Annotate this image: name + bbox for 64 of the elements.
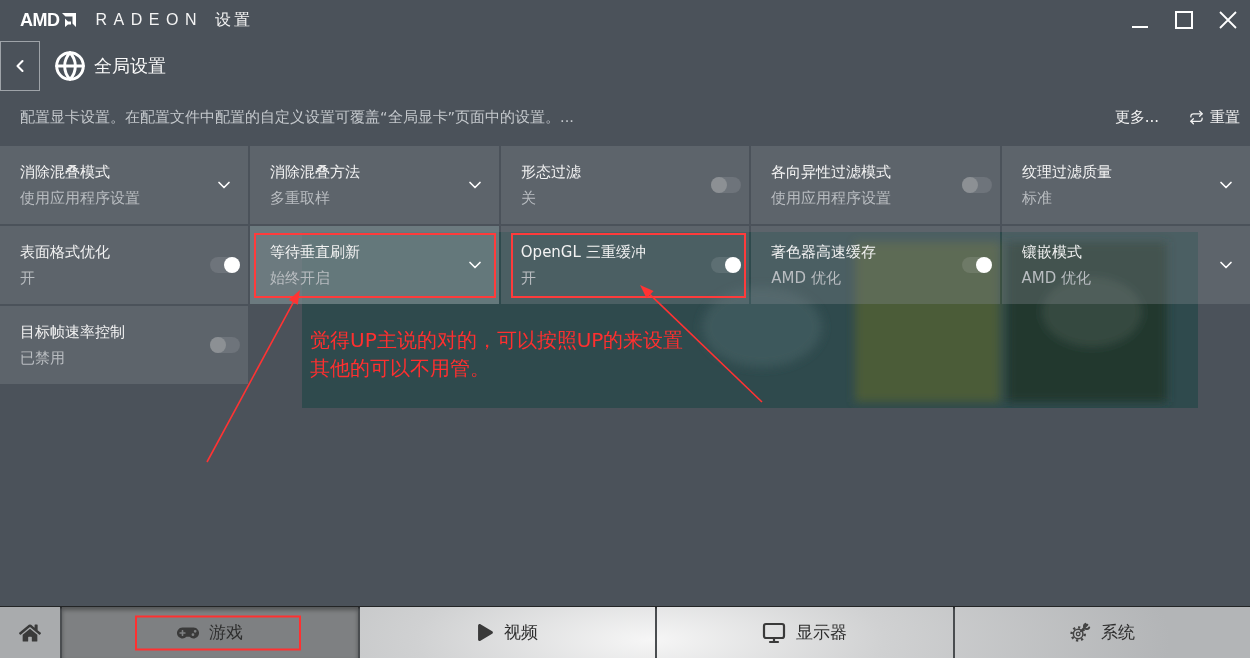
description-text: 配置显卡设置。在配置文件中配置的自定义设置可覆盖“全局显卡”页面中的设置。... (20, 108, 574, 127)
setting-value: 多重取样 (270, 188, 332, 208)
setting-label: 等待垂直刷新 (270, 242, 362, 262)
setting-label: 纹理过滤质量 (1021, 162, 1113, 182)
page-title: 全局设置 (94, 53, 166, 78)
setting-value: 开 (20, 268, 36, 288)
setting-tile[interactable]: 形态过滤 关 (500, 146, 750, 224)
setting-value: 使用应用程序设置 (20, 188, 141, 208)
maximize-icon (1175, 11, 1193, 29)
setting-tile[interactable]: 等待垂直刷新 始终开启 (250, 226, 499, 304)
setting-label: 形态过滤 (520, 162, 582, 182)
setting-tile[interactable]: 消除混叠方法 多重取样 (250, 146, 499, 224)
logo-mark-icon (61, 13, 76, 27)
setting-label: 消除混叠方法 (270, 162, 362, 182)
reset-button[interactable]: 重置 (1189, 106, 1240, 128)
more-link[interactable]: 更多... (1114, 106, 1159, 128)
setting-tile[interactable]: 各向异性过滤模式 使用应用程序设置 (751, 146, 1000, 224)
setting-tile[interactable]: 著色器高速缓存 AMD 优化 (751, 226, 1000, 304)
toggle-switch[interactable] (961, 257, 992, 273)
setting-tile[interactable]: OpenGL 三重缓冲 开 (500, 226, 750, 304)
setting-label: 消除混叠模式 (20, 162, 111, 182)
setting-tile[interactable]: 表面格式优化 开 (0, 226, 249, 304)
toggle-switch[interactable] (210, 337, 241, 353)
toggle-switch[interactable] (961, 177, 992, 193)
setting-value: 已禁用 (20, 348, 66, 368)
setting-tile[interactable]: 目标帧速率控制 已禁用 (0, 306, 249, 384)
nav-tab[interactable]: 显示器 (657, 607, 953, 658)
setting-value: AMD 优化 (771, 268, 842, 288)
setting-value: 使用应用程序设置 (771, 188, 893, 208)
setting-tile[interactable]: 镶嵌模式 AMD 优化 (1001, 226, 1250, 304)
close-icon (1219, 11, 1237, 29)
product-name: RADEON (95, 10, 203, 30)
setting-tile[interactable]: 纹理过滤质量 标准 (1001, 146, 1250, 224)
reset-icon (1189, 109, 1204, 125)
monitor-icon (762, 620, 787, 645)
home-button[interactable] (0, 607, 60, 658)
play-icon (476, 624, 494, 641)
setting-value: 标准 (1021, 188, 1053, 208)
minimize-icon (1132, 26, 1148, 28)
home-icon (19, 621, 41, 644)
setting-label: 表面格式优化 (20, 242, 111, 262)
setting-label: OpenGL 三重缓冲 (520, 242, 647, 262)
nav-tab[interactable]: 系统 (954, 607, 1250, 658)
setting-value: 始终开启 (270, 268, 332, 288)
annotation-text: 其他的可以不用管。 (310, 355, 491, 382)
globe-icon (54, 49, 86, 82)
setting-label: 著色器高速缓存 (771, 242, 878, 262)
setting-label: 镶嵌模式 (1021, 242, 1083, 262)
back-button[interactable] (0, 40, 40, 91)
toggle-switch[interactable] (210, 257, 241, 273)
setting-label: 各向异性过滤模式 (771, 162, 893, 182)
gear-wrench-icon (1069, 621, 1092, 644)
setting-value: 开 (520, 268, 537, 288)
toggle-switch[interactable] (711, 177, 742, 193)
toggle-switch[interactable] (711, 257, 742, 273)
nav-tab[interactable]: 游戏 (62, 607, 358, 658)
brand-name: AMD (20, 10, 60, 30)
setting-value: 关 (520, 188, 537, 208)
setting-label: 目标帧速率控制 (20, 322, 126, 342)
nav-tab[interactable]: 视频 (359, 607, 655, 658)
setting-tile[interactable]: 消除混叠模式 使用应用程序设置 (0, 146, 249, 224)
setting-value: AMD 优化 (1021, 268, 1093, 288)
window-title: 设置 (214, 10, 253, 30)
annotation-text: 觉得UP主说的对的，可以按照UP的来设置 (310, 327, 684, 354)
